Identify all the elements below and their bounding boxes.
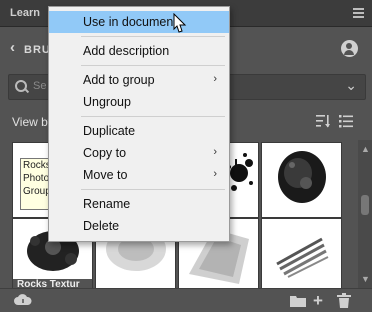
cloud-sync-icon[interactable] xyxy=(14,294,32,306)
search-placeholder: Se xyxy=(33,80,47,92)
menu-separator xyxy=(81,116,225,117)
rock-texture-brush-image xyxy=(278,151,326,203)
menu-item-move-to[interactable]: Move to › xyxy=(49,164,229,186)
scroll-up-icon[interactable]: ▲ xyxy=(361,144,370,154)
trash-icon[interactable] xyxy=(337,293,351,308)
menu-separator xyxy=(81,189,225,190)
menu-item-ungroup[interactable]: Ungroup xyxy=(49,91,229,113)
submenu-arrow-icon: › xyxy=(213,168,217,180)
sort-icon[interactable] xyxy=(316,114,330,128)
brush-thumbnail[interactable] xyxy=(261,218,342,290)
submenu-arrow-icon: › xyxy=(213,146,217,158)
menu-item-rename[interactable]: Rename xyxy=(49,193,229,215)
panel-menu-icon[interactable] xyxy=(353,8,364,18)
list-view-icon[interactable] xyxy=(339,114,353,128)
menu-separator xyxy=(81,65,225,66)
brush-thumbnail[interactable] xyxy=(261,142,342,218)
search-icon xyxy=(15,80,27,92)
pencil-stroke-brush-image xyxy=(276,237,329,278)
menu-item-copy-to[interactable]: Copy to › xyxy=(49,142,229,164)
user-account-icon[interactable] xyxy=(341,40,358,57)
plus-icon[interactable]: + xyxy=(313,291,323,311)
scrollbar-thumb[interactable] xyxy=(361,195,369,215)
submenu-arrow-icon: › xyxy=(213,73,217,85)
menu-item-delete[interactable]: Delete xyxy=(49,215,229,237)
mouse-cursor-icon xyxy=(173,13,187,33)
grid-scrollbar[interactable]: ▲ ▼ xyxy=(358,140,372,290)
tab-learn[interactable]: Learn xyxy=(10,7,40,19)
menu-item-add-to-group[interactable]: Add to group › xyxy=(49,69,229,91)
menu-separator xyxy=(81,36,225,37)
menu-item-use-in-document[interactable]: Use in document xyxy=(49,11,229,33)
menu-item-add-description[interactable]: Add description xyxy=(49,40,229,62)
menu-item-duplicate[interactable]: Duplicate xyxy=(49,120,229,142)
back-chevron-icon[interactable]: ‹ xyxy=(10,39,15,56)
panel-footer: + xyxy=(0,288,372,312)
chevron-down-icon[interactable]: ⌄ xyxy=(345,77,357,94)
context-menu: Use in document Add description Add to g… xyxy=(48,6,230,242)
folder-icon[interactable] xyxy=(290,294,306,307)
scroll-down-icon[interactable]: ▼ xyxy=(361,274,370,284)
